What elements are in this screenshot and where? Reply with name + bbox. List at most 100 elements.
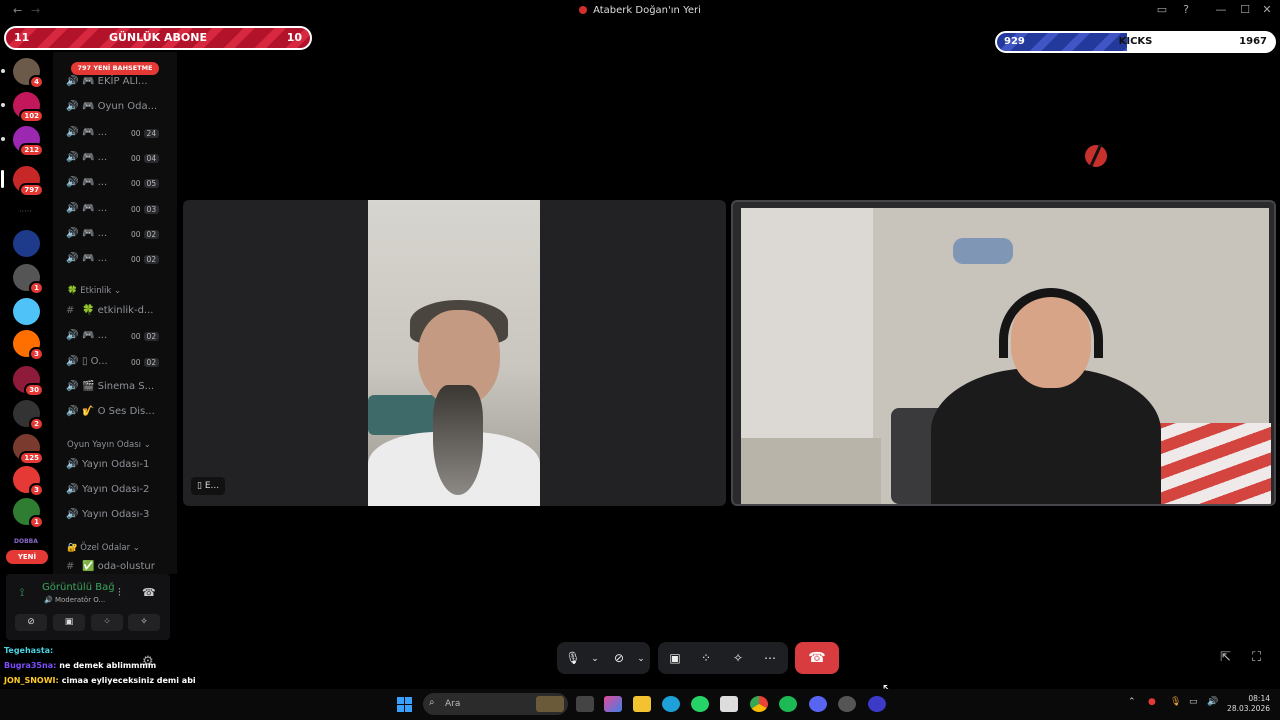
channel-item[interactable]: 🔊 🎮 ... xyxy=(66,228,107,244)
tray-chevron-icon[interactable]: ⌃ xyxy=(1128,697,1136,707)
channel-item[interactable]: 🔊 🎷 O Ses Dis... xyxy=(66,406,155,422)
maximize-icon[interactable]: ☐ xyxy=(1237,3,1253,16)
participant-name-tag: ▯ E... xyxy=(191,477,226,495)
channel-user-count: 00 02 xyxy=(131,332,160,341)
voice-channel-icon: 🔊 xyxy=(66,152,79,163)
chevron-down-icon[interactable]: ⌄ xyxy=(585,654,605,664)
server-icon[interactable] xyxy=(13,230,40,257)
server-icon[interactable]: 125 xyxy=(13,434,44,465)
server-badge: 2 xyxy=(29,417,44,431)
category-header[interactable]: Oyun Yayın Odası ⌄ xyxy=(67,440,151,450)
chrome-icon[interactable] xyxy=(750,696,768,712)
server-icon[interactable]: 4 xyxy=(13,58,44,89)
channel-item[interactable]: 🔊 🎮 ... xyxy=(66,152,107,168)
popout-icon[interactable]: ⇱ xyxy=(1220,650,1231,665)
soundboard-button[interactable]: ✧ xyxy=(128,614,160,631)
server-icon[interactable] xyxy=(13,298,40,325)
server-icon[interactable]: 212 xyxy=(13,126,44,157)
video-tile-left[interactable] xyxy=(183,200,726,506)
channel-item[interactable]: 🔊 Yayın Odası-1 xyxy=(66,459,149,475)
channel-item[interactable]: 🔊 🎮 ... xyxy=(66,330,107,346)
channel-item[interactable]: 🔊 Yayın Odası-3 xyxy=(66,509,149,525)
more-options-icon[interactable]: ⋯ xyxy=(760,651,780,665)
kicks-goal: 1967 xyxy=(1239,36,1267,47)
noise-suppression-icon[interactable]: ⫶ xyxy=(118,586,121,600)
voice-channel-icon: 🔊 xyxy=(66,203,79,214)
channel-item[interactable]: 🔊 Yayın Odası-2 xyxy=(66,484,149,500)
store-icon[interactable] xyxy=(720,696,738,712)
server-badge: 1 xyxy=(29,515,44,529)
channel-item[interactable]: 🔊 🎬 Sinema S... xyxy=(66,381,154,397)
user-count-current: 00 xyxy=(131,129,141,138)
tray-app-icon[interactable]: ● xyxy=(1148,697,1156,707)
category-header[interactable]: 🍀 Etkinlik ⌄ xyxy=(67,286,121,296)
microphone-icon[interactable]: 🎙 xyxy=(563,651,583,665)
discord-icon[interactable] xyxy=(809,696,827,712)
chevron-down-icon[interactable]: ⌄ xyxy=(631,654,651,664)
server-icon[interactable]: 30 xyxy=(13,366,44,397)
soundboard-icon[interactable]: ✧ xyxy=(728,651,748,665)
channel-item[interactable]: 🔊 🎮 Oyun Oda... xyxy=(66,101,157,117)
server-icon[interactable]: 797 xyxy=(13,166,44,197)
activities-button[interactable]: ⁘ xyxy=(91,614,123,631)
tray-mic-icon[interactable]: 🎙 xyxy=(1170,697,1181,707)
channel-item[interactable]: 🔊 🎮 EKİP ALI... xyxy=(66,76,148,92)
screen-share-icon[interactable]: ▣ xyxy=(665,651,685,665)
camera-off-button[interactable]: ⊘ xyxy=(15,614,47,631)
kicks-bar: 929 KICKS 1967 xyxy=(995,31,1276,53)
whatsapp-icon[interactable] xyxy=(691,696,709,712)
tray-display-icon[interactable]: ▭ xyxy=(1189,697,1198,707)
server-icon[interactable]: 102 xyxy=(13,92,44,123)
activities-icon[interactable]: ⁘ xyxy=(696,651,716,665)
inbox-icon[interactable]: ▭ xyxy=(1154,3,1170,16)
spotify-icon[interactable] xyxy=(779,696,797,712)
chat-text: cimaa eyliyeceksiniz demi abi xyxy=(61,676,196,685)
channel-item[interactable]: 🔊 🎮 ... xyxy=(66,203,107,219)
fullscreen-icon[interactable]: ⛶ xyxy=(1252,650,1261,665)
participant-video-right xyxy=(741,208,1271,504)
channel-item[interactable]: # 🍀 etkinlik-d... xyxy=(66,305,153,321)
file-explorer-icon[interactable] xyxy=(633,696,651,712)
close-icon[interactable]: ✕ xyxy=(1259,3,1275,16)
channel-name: 🎮 ... xyxy=(82,253,108,264)
disconnect-icon[interactable]: ☎ xyxy=(142,586,156,599)
category-header[interactable]: 🔐 Özel Odalar ⌄ xyxy=(67,543,140,553)
video-tile-right[interactable] xyxy=(731,200,1276,506)
channel-name: ▯ O... xyxy=(82,356,108,367)
volume-icon[interactable]: 🔊 xyxy=(1207,697,1218,707)
copilot-icon[interactable] xyxy=(604,696,622,712)
server-badge: 30 xyxy=(24,383,44,397)
hang-up-button[interactable]: ☎ xyxy=(795,642,839,674)
app-icon[interactable] xyxy=(868,696,886,712)
server-icon[interactable]: 1 xyxy=(13,498,44,529)
server-icon[interactable]: 1 xyxy=(13,264,44,295)
server-icon[interactable]: 2 xyxy=(13,400,44,431)
channel-item[interactable]: 🔊 🎮 ... xyxy=(66,253,107,269)
voice-status[interactable]: Görüntülü Bağ xyxy=(42,582,115,593)
voice-channel-icon: 🔊 xyxy=(66,127,79,138)
obs-icon[interactable] xyxy=(838,696,856,712)
minimize-icon[interactable]: — xyxy=(1213,3,1229,16)
new-unreads-pill[interactable]: YENİ xyxy=(6,550,48,564)
server-logo-icon xyxy=(579,6,588,14)
help-icon[interactable]: ? xyxy=(1178,3,1194,16)
camera-off-icon[interactable]: ⊘ xyxy=(609,651,629,665)
task-view-icon[interactable] xyxy=(576,696,594,712)
channel-user-count: 00 04 xyxy=(131,154,160,163)
new-mentions-pill[interactable]: 797 YENİ BAHSETME xyxy=(71,62,159,75)
voice-channel-icon: 🔊 xyxy=(66,406,79,417)
channel-item[interactable]: 🔊 🎮 ... xyxy=(66,127,107,143)
server-icon[interactable]: 3 xyxy=(13,466,44,497)
channel-name: ✅ oda-olustur xyxy=(82,561,155,572)
kicks-label: KICKS xyxy=(1118,36,1153,47)
window-title: Ataberk Doğan'ın Yeri xyxy=(0,5,1280,16)
channel-item[interactable]: 🔊 ▯ O... xyxy=(66,356,108,372)
voice-channel-name[interactable]: 🔊 Moderatör O... xyxy=(44,596,105,604)
server-icon[interactable]: 3 xyxy=(13,330,44,361)
edge-icon[interactable] xyxy=(662,696,680,712)
screen-share-button[interactable]: ▣ xyxy=(53,614,85,631)
channel-item[interactable]: 🔊 🎮 ... xyxy=(66,177,107,193)
taskbar-clock[interactable]: 08:14 28.03.2026 xyxy=(1224,694,1270,714)
active-server-indicator xyxy=(1,170,4,188)
windows-start-icon[interactable] xyxy=(397,697,412,712)
